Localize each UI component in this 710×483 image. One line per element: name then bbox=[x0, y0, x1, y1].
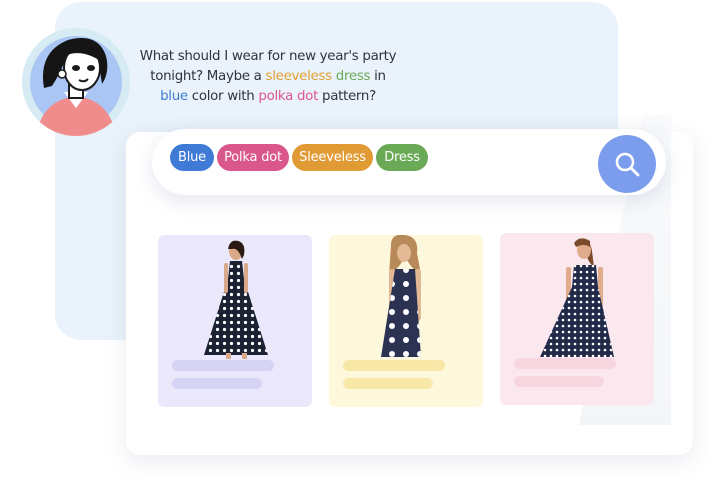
product-card[interactable] bbox=[158, 235, 312, 407]
query-text-segment: color with bbox=[187, 89, 259, 104]
chip-blue[interactable]: Blue bbox=[170, 144, 214, 171]
chip-dress[interactable]: Dress bbox=[376, 144, 428, 171]
product-card[interactable] bbox=[500, 233, 654, 405]
search-bar[interactable]: Blue Polka dot Sleeveless Dress bbox=[152, 129, 666, 195]
product-title-placeholder bbox=[172, 360, 274, 371]
keyword-polka-dot: polka dot bbox=[258, 89, 319, 104]
product-price-placeholder bbox=[172, 378, 262, 389]
search-button[interactable] bbox=[598, 135, 656, 193]
product-title-placeholder bbox=[343, 360, 445, 371]
dress-product-image bbox=[540, 238, 614, 357]
dress-product-image bbox=[381, 235, 421, 357]
dress-product-image bbox=[204, 240, 268, 359]
keyword-sleeveless: sleeveless bbox=[265, 69, 333, 84]
chip-sleeveless[interactable]: Sleeveless bbox=[292, 144, 373, 171]
query-line-3: blue color with polka dot pattern? bbox=[138, 87, 398, 107]
query-text-segment: pattern? bbox=[318, 89, 376, 104]
query-line-1: What should I wear for new year's party bbox=[139, 49, 397, 64]
user-avatar bbox=[22, 28, 130, 136]
woman-avatar-illustration bbox=[22, 28, 130, 136]
keyword-dress: dress bbox=[335, 69, 371, 84]
product-card[interactable] bbox=[329, 235, 483, 407]
keyword-blue: blue bbox=[160, 89, 188, 104]
chip-polka-dot[interactable]: Polka dot bbox=[217, 144, 289, 171]
search-icon bbox=[615, 152, 640, 177]
product-price-placeholder bbox=[514, 376, 604, 387]
product-title-placeholder bbox=[514, 358, 616, 369]
query-line-2: tonight? Maybe a sleeveless dress in bbox=[138, 67, 398, 87]
query-text-segment: tonight? Maybe a bbox=[150, 69, 266, 84]
query-text-segment: in bbox=[370, 69, 386, 84]
product-price-placeholder bbox=[343, 378, 433, 389]
user-query: What should I wear for new year's party … bbox=[138, 47, 398, 107]
